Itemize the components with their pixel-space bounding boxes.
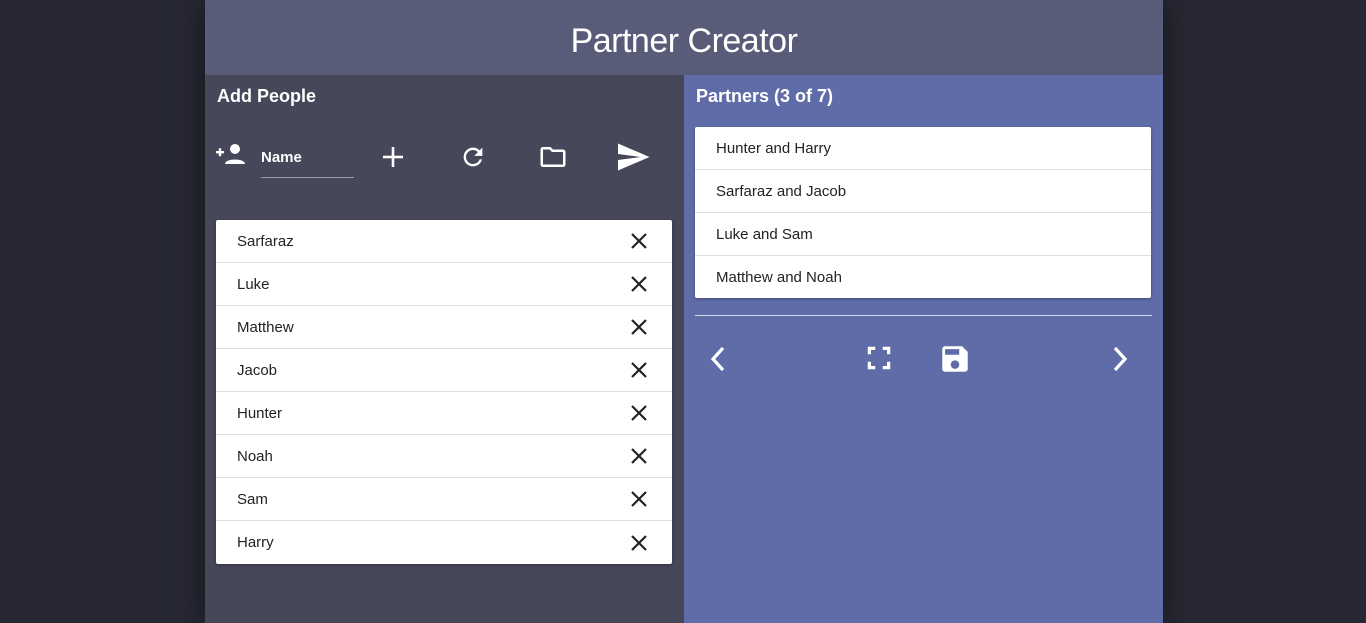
fullscreen-button[interactable] bbox=[864, 343, 894, 373]
list-item: Luke bbox=[216, 263, 672, 306]
chevron-left-icon bbox=[710, 346, 725, 372]
list-item: Jacob bbox=[216, 349, 672, 392]
fullscreen-icon bbox=[867, 346, 891, 370]
remove-person-button[interactable] bbox=[630, 275, 648, 293]
close-icon bbox=[631, 534, 647, 551]
add-people-panel: Add People Name Sarfaraz Luke Matthew Ja… bbox=[205, 75, 684, 623]
person-name: Matthew bbox=[237, 318, 294, 336]
list-item: Luke and Sam bbox=[695, 213, 1151, 256]
divider bbox=[695, 315, 1152, 316]
app-header: Partner Creator bbox=[205, 0, 1163, 75]
add-person-icon bbox=[216, 142, 246, 166]
partners-list: Hunter and Harry Sarfaraz and Jacob Luke… bbox=[695, 127, 1151, 298]
close-icon bbox=[631, 405, 647, 421]
person-name: Sam bbox=[237, 490, 268, 508]
add-people-title: Add People bbox=[217, 86, 317, 106]
close-icon bbox=[631, 491, 647, 507]
remove-person-button[interactable] bbox=[630, 490, 648, 508]
remove-person-button[interactable] bbox=[630, 318, 648, 336]
list-item: Matthew and Noah bbox=[716, 268, 842, 286]
list-item: Sarfaraz and Jacob bbox=[695, 170, 1151, 213]
refresh-button[interactable] bbox=[459, 143, 487, 171]
person-name: Hunter bbox=[237, 404, 283, 422]
remove-person-button[interactable] bbox=[630, 361, 648, 379]
next-button[interactable] bbox=[1110, 345, 1130, 373]
close-icon bbox=[631, 319, 647, 335]
app-container: Partner Creator Add People Name Sarfaraz… bbox=[205, 0, 1163, 623]
folder-icon bbox=[540, 147, 566, 167]
list-item: Sarfaraz bbox=[216, 220, 672, 263]
close-icon bbox=[631, 362, 647, 378]
save-icon bbox=[942, 346, 968, 372]
name-input[interactable] bbox=[261, 143, 354, 171]
save-button[interactable] bbox=[938, 342, 972, 376]
remove-person-button[interactable] bbox=[630, 447, 648, 465]
person-name: Jacob bbox=[237, 361, 278, 379]
refresh-icon bbox=[463, 147, 483, 167]
close-icon bbox=[631, 233, 647, 249]
add-button[interactable] bbox=[381, 145, 405, 169]
close-icon bbox=[631, 276, 647, 292]
person-name: Sarfaraz bbox=[237, 232, 294, 250]
close-icon bbox=[631, 448, 647, 464]
list-item: Harry bbox=[216, 521, 672, 564]
partners-panel: Partners (3 of 7) Hunter and Harry Sarfa… bbox=[684, 75, 1163, 623]
list-item: Sam bbox=[216, 478, 672, 521]
remove-person-button[interactable] bbox=[630, 232, 648, 250]
name-field[interactable] bbox=[261, 143, 354, 178]
app-title: Partner Creator bbox=[570, 22, 798, 60]
list-item: Matthew bbox=[216, 306, 672, 349]
remove-person-button[interactable] bbox=[630, 404, 648, 422]
person-name: Noah bbox=[237, 447, 273, 465]
chevron-right-icon bbox=[1113, 346, 1128, 372]
open-folder-button[interactable] bbox=[537, 142, 569, 172]
list-item: Hunter and Harry bbox=[695, 127, 1151, 170]
remove-person-button[interactable] bbox=[630, 534, 648, 552]
send-icon bbox=[618, 143, 650, 171]
people-list: Sarfaraz Luke Matthew Jacob Hunter Noah bbox=[216, 220, 672, 564]
previous-button[interactable] bbox=[708, 345, 728, 373]
send-button[interactable] bbox=[615, 139, 651, 175]
list-item: Noah bbox=[216, 435, 672, 478]
list-item: Hunter bbox=[216, 392, 672, 435]
plus-icon bbox=[383, 147, 403, 167]
person-name: Harry bbox=[237, 534, 274, 551]
person-name: Luke bbox=[237, 275, 270, 293]
partners-title: Partners (3 of 7) bbox=[696, 86, 834, 106]
